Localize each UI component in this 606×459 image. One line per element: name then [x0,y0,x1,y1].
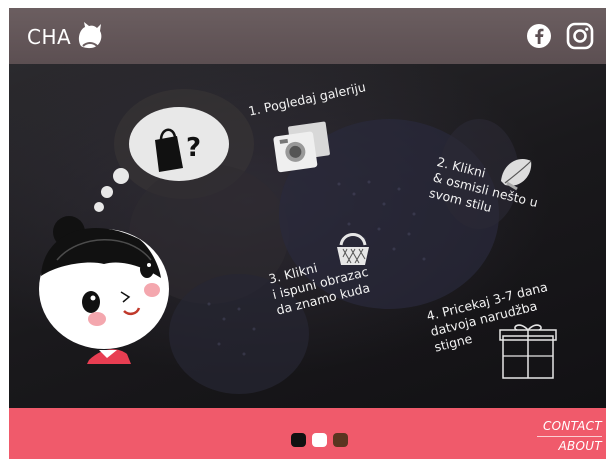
page-frame: CHA ? 1. Pogledaj galeriju 2. Klikni & o… [9,0,606,459]
slider-dots [291,433,348,447]
slider-dot-1[interactable] [291,433,306,447]
svg-text:?: ? [186,133,201,163]
about-link[interactable]: ABOUT [537,437,602,455]
footer-links: CONTACT ABOUT [536,417,602,455]
contact-link[interactable]: CONTACT [536,417,602,437]
hero-banner: ? 1. Pogledaj galeriju 2. Klikni & osmis… [9,64,606,408]
facebook-icon[interactable] [526,23,552,53]
site-logo[interactable]: CHA [27,20,105,54]
hero-background-illustration: ? [39,89,557,394]
site-footer: CONTACT ABOUT [9,408,606,459]
slider-dot-3[interactable] [333,433,348,447]
cat-logo-icon [75,20,105,54]
instagram-icon[interactable] [566,22,594,54]
site-header: CHA [9,8,606,64]
logo-text: CHA [27,25,72,49]
social-links [526,22,594,54]
slider-dot-2-active[interactable] [312,433,327,447]
